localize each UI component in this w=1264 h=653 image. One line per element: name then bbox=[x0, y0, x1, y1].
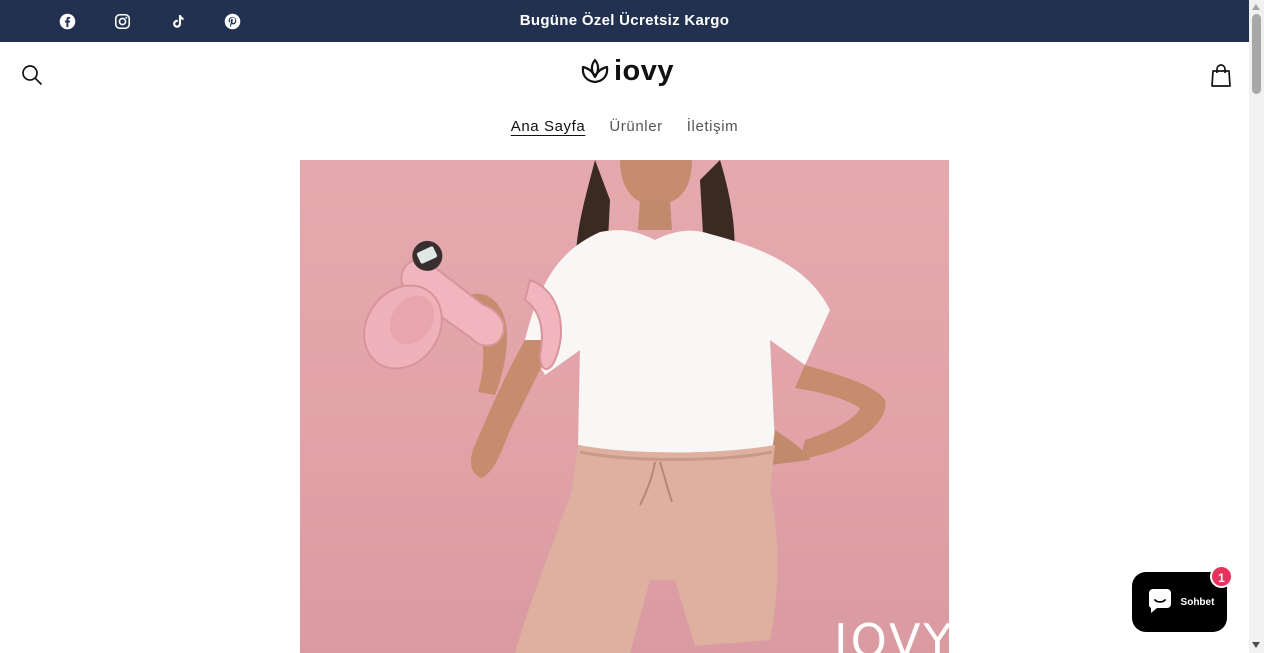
search-icon[interactable] bbox=[20, 63, 44, 87]
hero-photo-illustration bbox=[363, 160, 886, 653]
chat-unread-badge: 1 bbox=[1210, 565, 1233, 588]
logo-text: iovy bbox=[614, 55, 675, 87]
lotus-icon bbox=[581, 58, 609, 84]
announcement-text: Bugüne Özel Ücretsiz Kargo bbox=[519, 12, 730, 29]
site-header: iovy Ana Sayfa Ürünler İletişim bbox=[0, 42, 1249, 160]
nav-item-home[interactable]: Ana Sayfa bbox=[511, 118, 586, 135]
nav-item-contact[interactable]: İletişim bbox=[687, 118, 738, 135]
chat-label: Sohbet bbox=[1180, 596, 1215, 608]
site-logo[interactable]: iovy bbox=[580, 56, 674, 86]
chat-bubble-icon bbox=[1148, 589, 1171, 613]
scroll-down-arrow-icon[interactable] bbox=[1252, 642, 1260, 648]
scroll-up-arrow-icon[interactable] bbox=[1252, 4, 1260, 10]
scrollbar-thumb[interactable] bbox=[1252, 14, 1261, 94]
announcement-bar: Bugüne Özel Ücretsiz Kargo bbox=[0, 0, 1249, 42]
page-scrollbar[interactable] bbox=[1249, 0, 1264, 653]
hero-brand-overlay: IOVY bbox=[834, 614, 949, 653]
hero-banner-image: IOVY bbox=[300, 160, 949, 653]
main-navigation: Ana Sayfa Ürünler İletişim bbox=[0, 118, 1249, 135]
cart-icon[interactable] bbox=[1208, 62, 1234, 88]
nav-item-products[interactable]: Ürünler bbox=[609, 118, 662, 135]
